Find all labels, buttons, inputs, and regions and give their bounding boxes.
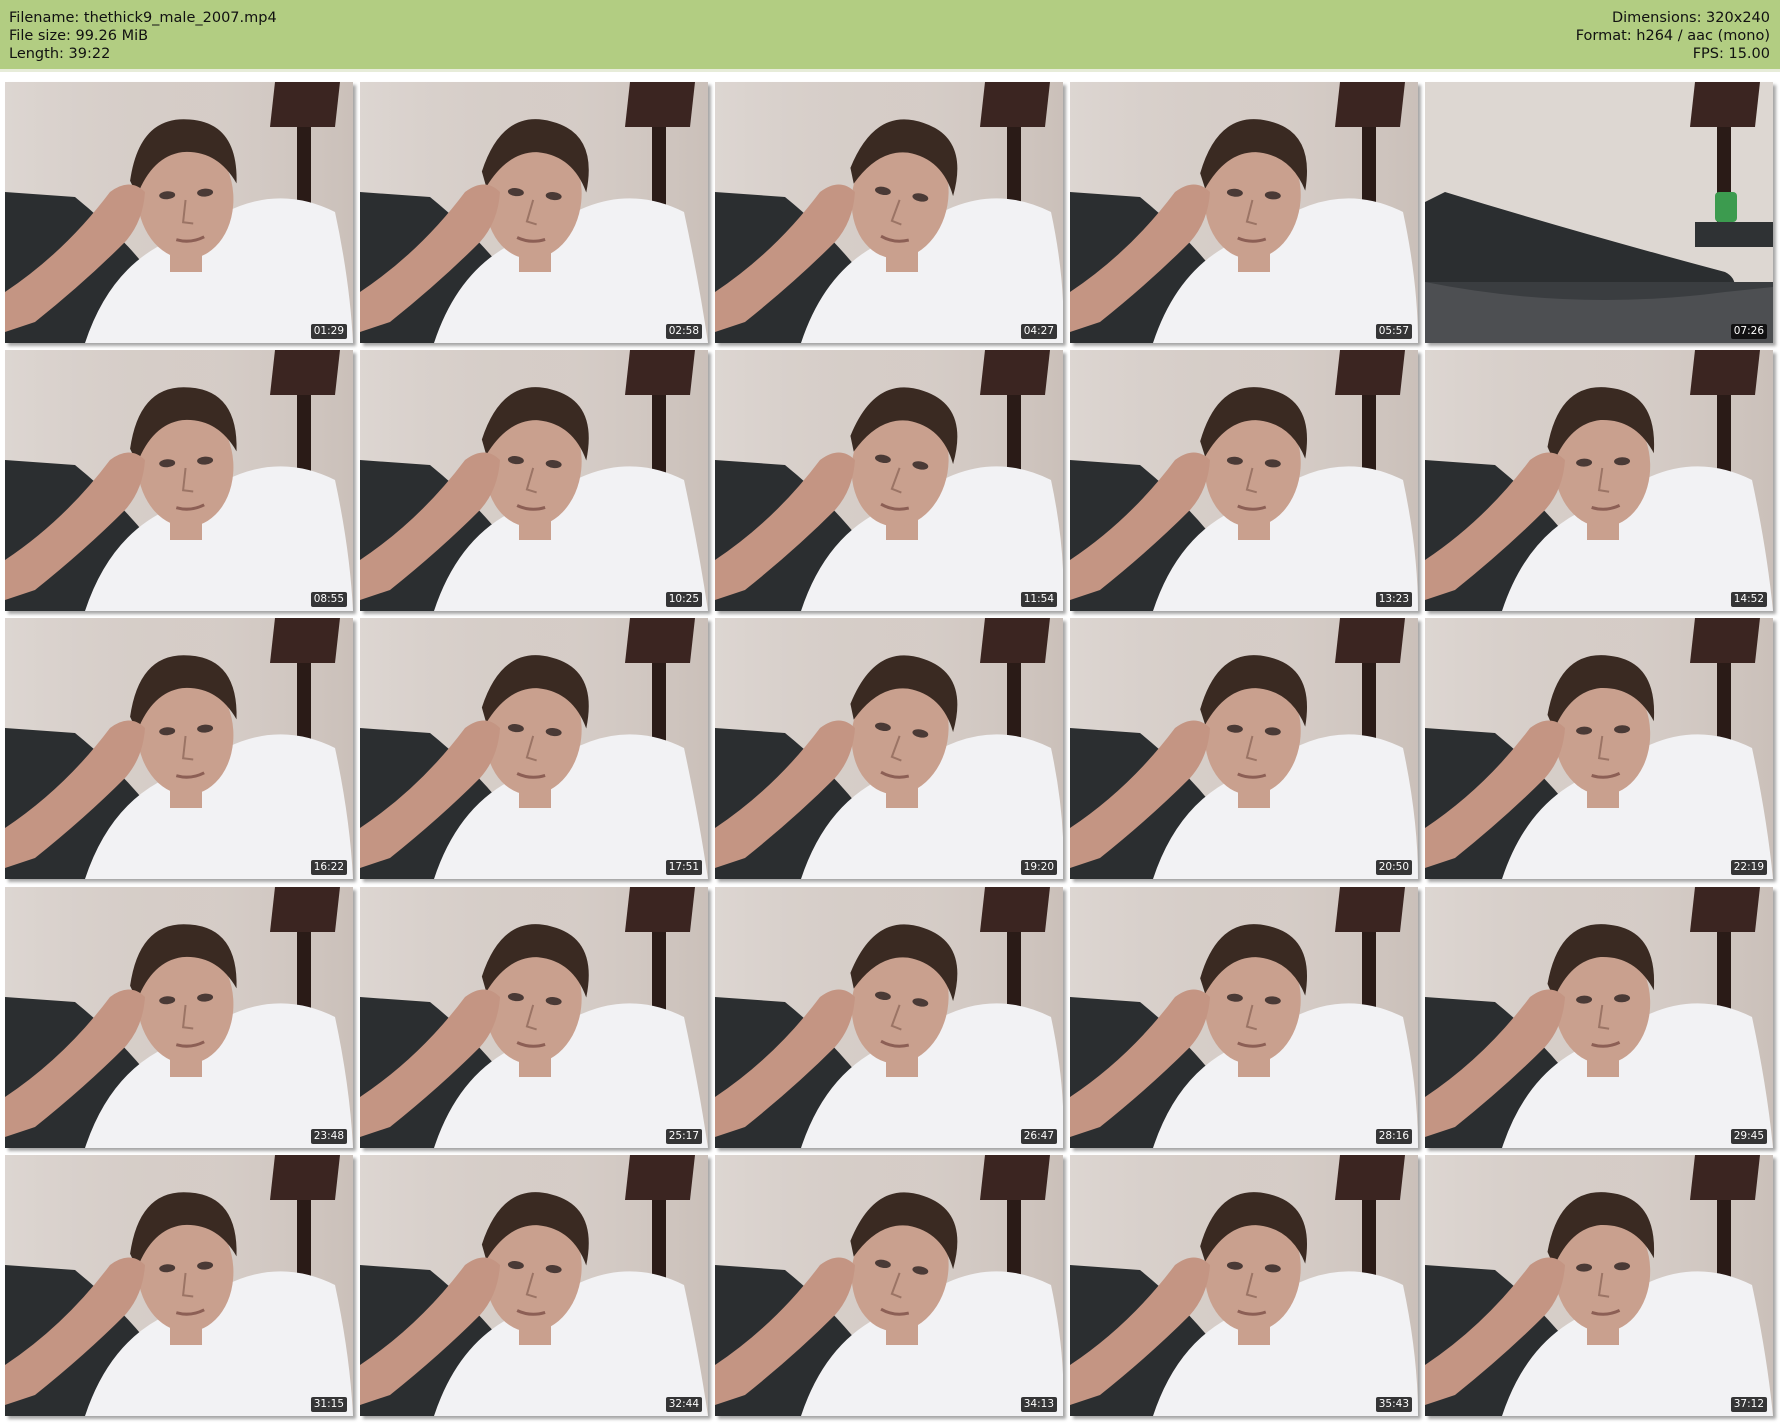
thumbnail-2[interactable]: 02:58 (360, 82, 708, 343)
timestamp-label: 22:19 (1730, 860, 1767, 875)
timestamp-label: 17:51 (665, 860, 702, 875)
timestamp-label: 23:48 (310, 1129, 347, 1144)
thumbnail-24[interactable]: 35:43 (1070, 1155, 1418, 1416)
timestamp-label: 19:20 (1020, 860, 1057, 875)
thumbnail-16[interactable]: 23:48 (5, 887, 353, 1148)
timestamp-label: 11:54 (1020, 592, 1057, 607)
timestamp-label: 32:44 (665, 1397, 702, 1412)
timestamp-label: 34:13 (1020, 1397, 1057, 1412)
timestamp-label: 07:26 (1730, 324, 1767, 339)
timestamp-label: 26:47 (1020, 1129, 1057, 1144)
thumbnail-20[interactable]: 29:45 (1425, 887, 1773, 1148)
thumbnail-9[interactable]: 13:23 (1070, 350, 1418, 611)
timestamp-label: 28:16 (1375, 1129, 1412, 1144)
timestamp-label: 14:52 (1730, 592, 1767, 607)
timestamp-label: 20:50 (1375, 860, 1412, 875)
timestamp-label: 04:27 (1020, 324, 1057, 339)
thumbnail-13[interactable]: 19:20 (715, 618, 1063, 879)
thumbnail-14[interactable]: 20:50 (1070, 618, 1418, 879)
thumbnail-21[interactable]: 31:15 (5, 1155, 353, 1416)
timestamp-label: 05:57 (1375, 324, 1412, 339)
timestamp-label: 37:12 (1730, 1397, 1767, 1412)
thumbnail-22[interactable]: 32:44 (360, 1155, 708, 1416)
timestamp-label: 25:17 (665, 1129, 702, 1144)
thumbnail-23[interactable]: 34:13 (715, 1155, 1063, 1416)
thumbnail-7[interactable]: 10:25 (360, 350, 708, 611)
timestamp-label: 02:58 (665, 324, 702, 339)
thumbnail-15[interactable]: 22:19 (1425, 618, 1773, 879)
timestamp-label: 08:55 (310, 592, 347, 607)
thumbnail-19[interactable]: 28:16 (1070, 887, 1418, 1148)
thumbnail-8[interactable]: 11:54 (715, 350, 1063, 611)
timestamp-label: 10:25 (665, 592, 702, 607)
thumbnail-25[interactable]: 37:12 (1425, 1155, 1773, 1416)
timestamp-label: 01:29 (310, 324, 347, 339)
thumbnail-5[interactable]: 07:26 (1425, 82, 1773, 343)
timestamp-label: 31:15 (310, 1397, 347, 1412)
thumbnail-17[interactable]: 25:17 (360, 887, 708, 1148)
timestamp-label: 29:45 (1730, 1129, 1767, 1144)
thumbnail-10[interactable]: 14:52 (1425, 350, 1773, 611)
thumbnail-18[interactable]: 26:47 (715, 887, 1063, 1148)
thumbnail-4[interactable]: 05:57 (1070, 82, 1418, 343)
thumbnail-grid: 01:29 02:58 04:27 05:57 07:26 08:55 10:2… (0, 0, 1780, 1423)
thumbnail-1[interactable]: 01:29 (5, 82, 353, 343)
thumbnail-12[interactable]: 17:51 (360, 618, 708, 879)
timestamp-label: 13:23 (1375, 592, 1412, 607)
timestamp-label: 35:43 (1375, 1397, 1412, 1412)
thumbnail-6[interactable]: 08:55 (5, 350, 353, 611)
timestamp-label: 16:22 (310, 860, 347, 875)
thumbnail-3[interactable]: 04:27 (715, 82, 1063, 343)
thumbnail-11[interactable]: 16:22 (5, 618, 353, 879)
